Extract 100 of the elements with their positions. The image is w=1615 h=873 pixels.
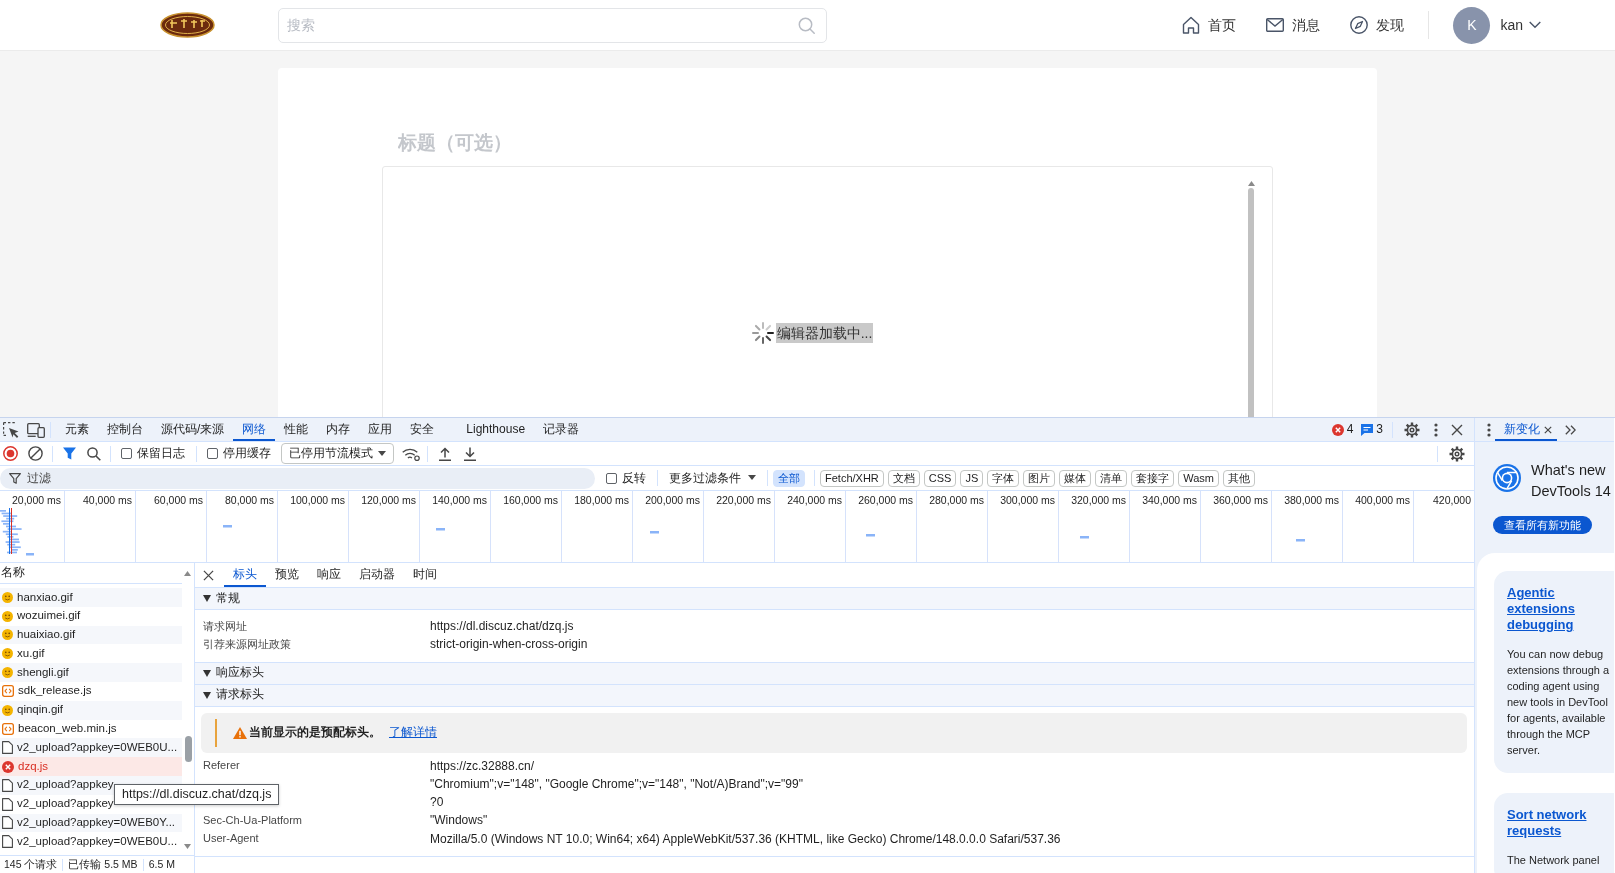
checkbox-label[interactable]: 停用缓存 — [223, 446, 271, 461]
request-row[interactable]: shengli.gif — [0, 663, 182, 682]
scrollbar-thumb[interactable] — [184, 736, 192, 762]
more-icon[interactable] — [1487, 422, 1491, 437]
feature-text: You can now debug — [1507, 647, 1605, 663]
logo-icon[interactable] — [160, 12, 215, 38]
filter-chip[interactable]: Fetch/XHR — [820, 469, 884, 487]
nav-link[interactable]: 首页 — [1182, 14, 1237, 36]
tick-label: 360,000 ms — [1213, 494, 1268, 507]
header-value: https://zc.32888.cn/ — [430, 758, 535, 773]
circle-slash-icon[interactable] — [28, 446, 43, 461]
panel-tab[interactable]: Lighthouse — [457, 418, 535, 441]
section-header[interactable]: 请求标头 — [195, 684, 1474, 707]
filter-chip[interactable]: 字体 — [987, 469, 1020, 487]
more-filters-button[interactable]: 更多过滤条件 — [663, 470, 762, 486]
wifi-icon[interactable] — [402, 446, 420, 461]
checkbox[interactable] — [207, 448, 218, 459]
more-icon[interactable] — [1434, 422, 1438, 437]
triangle-icon — [203, 595, 211, 602]
double-chevron-icon[interactable] — [1565, 424, 1576, 435]
checkbox-label[interactable]: 保留日志 — [137, 446, 185, 461]
device-icon[interactable] — [27, 421, 45, 438]
request-row[interactable]: v2_upload?appkey=0WEB0U... — [0, 832, 182, 852]
feature-link[interactable]: Agentic extensions debugging — [1507, 585, 1614, 634]
inspect-icon[interactable] — [3, 421, 19, 438]
upload-arrow-icon[interactable] — [438, 446, 452, 461]
emoji-icon — [2, 648, 13, 660]
request-row[interactable]: wozuimei.gif — [0, 606, 182, 626]
filter-chip[interactable]: 清单 — [1095, 469, 1128, 487]
throttling-select[interactable]: 已停用节流模式 — [281, 443, 394, 464]
checkbox-label[interactable]: 反转 — [622, 470, 646, 486]
filter-chip[interactable]: 媒体 — [1059, 469, 1092, 487]
panel-tab[interactable]: 记录器 — [534, 418, 589, 441]
chevron-down-icon — [1529, 21, 1541, 29]
nav-link[interactable]: 消息 — [1266, 14, 1321, 36]
section-header[interactable]: 常规 — [195, 588, 1474, 610]
request-row[interactable]: v2_upload?appkey=0WEB0Y... — [0, 813, 182, 833]
caret-up-icon[interactable] — [184, 571, 192, 576]
filter-chip[interactable]: 套接字 — [1131, 469, 1175, 487]
record-icon[interactable] — [3, 446, 18, 461]
column-header[interactable]: 名称 — [1, 566, 25, 580]
error-count-button[interactable]: 4 — [1327, 418, 1358, 441]
panel-tab[interactable]: 启动器 — [350, 563, 404, 587]
checkbox[interactable] — [121, 448, 132, 459]
tick-label: 20,000 ms — [11, 494, 61, 507]
request-row[interactable]: xu.gif — [0, 644, 182, 664]
user-menu-button[interactable]: kan — [1500, 14, 1541, 36]
filter-chip[interactable]: 文档 — [887, 469, 920, 487]
request-row[interactable]: v2_upload?appkey=0WEB0U... — [0, 738, 182, 758]
filter-chip[interactable]: JS — [960, 469, 984, 487]
feature-link[interactable]: Sort network requests — [1507, 807, 1614, 840]
whats-new-button[interactable]: 查看所有新功能 — [1493, 516, 1592, 535]
panel-tab[interactable]: 时间 — [404, 563, 446, 587]
panel-tab[interactable]: 应用 — [359, 418, 402, 441]
tick-label: 240,000 ms — [787, 494, 842, 507]
filter-chip[interactable]: 全部 — [773, 469, 805, 487]
settings-icon[interactable] — [1404, 421, 1420, 438]
panel-tab[interactable]: 网络 — [233, 418, 276, 441]
search-field[interactable]: 搜索 — [278, 7, 827, 43]
filter-chip[interactable]: CSS — [923, 469, 957, 487]
status-text: 145 个请求 — [4, 858, 58, 871]
learn-more-link[interactable]: 了解详情 — [389, 725, 437, 740]
panel-tab[interactable]: 安全 — [401, 418, 444, 441]
checkbox[interactable] — [606, 472, 617, 484]
filter-field[interactable]: 过滤 — [0, 467, 595, 489]
request-row[interactable]: qinqin.gif — [0, 700, 182, 720]
nav-link[interactable]: 发现 — [1350, 14, 1405, 36]
close-icon[interactable] — [1544, 425, 1552, 434]
request-row[interactable]: beacon_web.min.js — [0, 719, 182, 739]
panel-tab[interactable]: 元素 — [56, 418, 98, 441]
caret-up-icon — [1248, 181, 1255, 186]
request-row[interactable]: huaixiao.gif — [0, 625, 182, 645]
message-count-button[interactable]: 3 — [1357, 418, 1387, 441]
tick-label: 140,000 ms — [432, 494, 487, 507]
search-icon[interactable] — [87, 446, 101, 461]
title-field[interactable]: 标题（可选） — [382, 130, 1242, 156]
tick-label: 80,000 ms — [224, 494, 274, 507]
panel-tab[interactable]: 内存 — [317, 418, 360, 441]
download-arrow-icon[interactable] — [463, 446, 477, 461]
panel-tab[interactable]: 性能 — [275, 418, 318, 441]
close-icon[interactable] — [203, 569, 214, 581]
caret-down-icon[interactable] — [184, 844, 192, 849]
settings-icon[interactable] — [1449, 445, 1465, 462]
caret-down-icon — [378, 451, 386, 456]
panel-tab[interactable]: 源代码/来源 — [152, 418, 234, 441]
filter-chip[interactable]: 图片 — [1023, 469, 1056, 487]
tick-label: 260,000 ms — [858, 494, 913, 507]
request-row[interactable]: sdk_release.js — [0, 682, 182, 701]
panel-tab[interactable]: 响应 — [308, 563, 350, 587]
filter-chip[interactable]: 其他 — [1223, 469, 1256, 487]
feature-text: coding agent using — [1507, 679, 1601, 695]
panel-tab[interactable]: 新变化 — [1495, 418, 1557, 441]
tick-label: 180,000 ms — [574, 494, 629, 507]
filter-chip[interactable]: Wasm — [1178, 469, 1220, 487]
panel-tab[interactable]: 控制台 — [98, 418, 152, 441]
funnel-icon[interactable] — [63, 447, 76, 460]
panel-tab[interactable]: 预览 — [266, 563, 308, 587]
request-row[interactable]: hanxiao.gif — [0, 588, 182, 607]
section-header[interactable]: 响应标头 — [195, 662, 1474, 685]
close-icon[interactable] — [1451, 423, 1463, 436]
